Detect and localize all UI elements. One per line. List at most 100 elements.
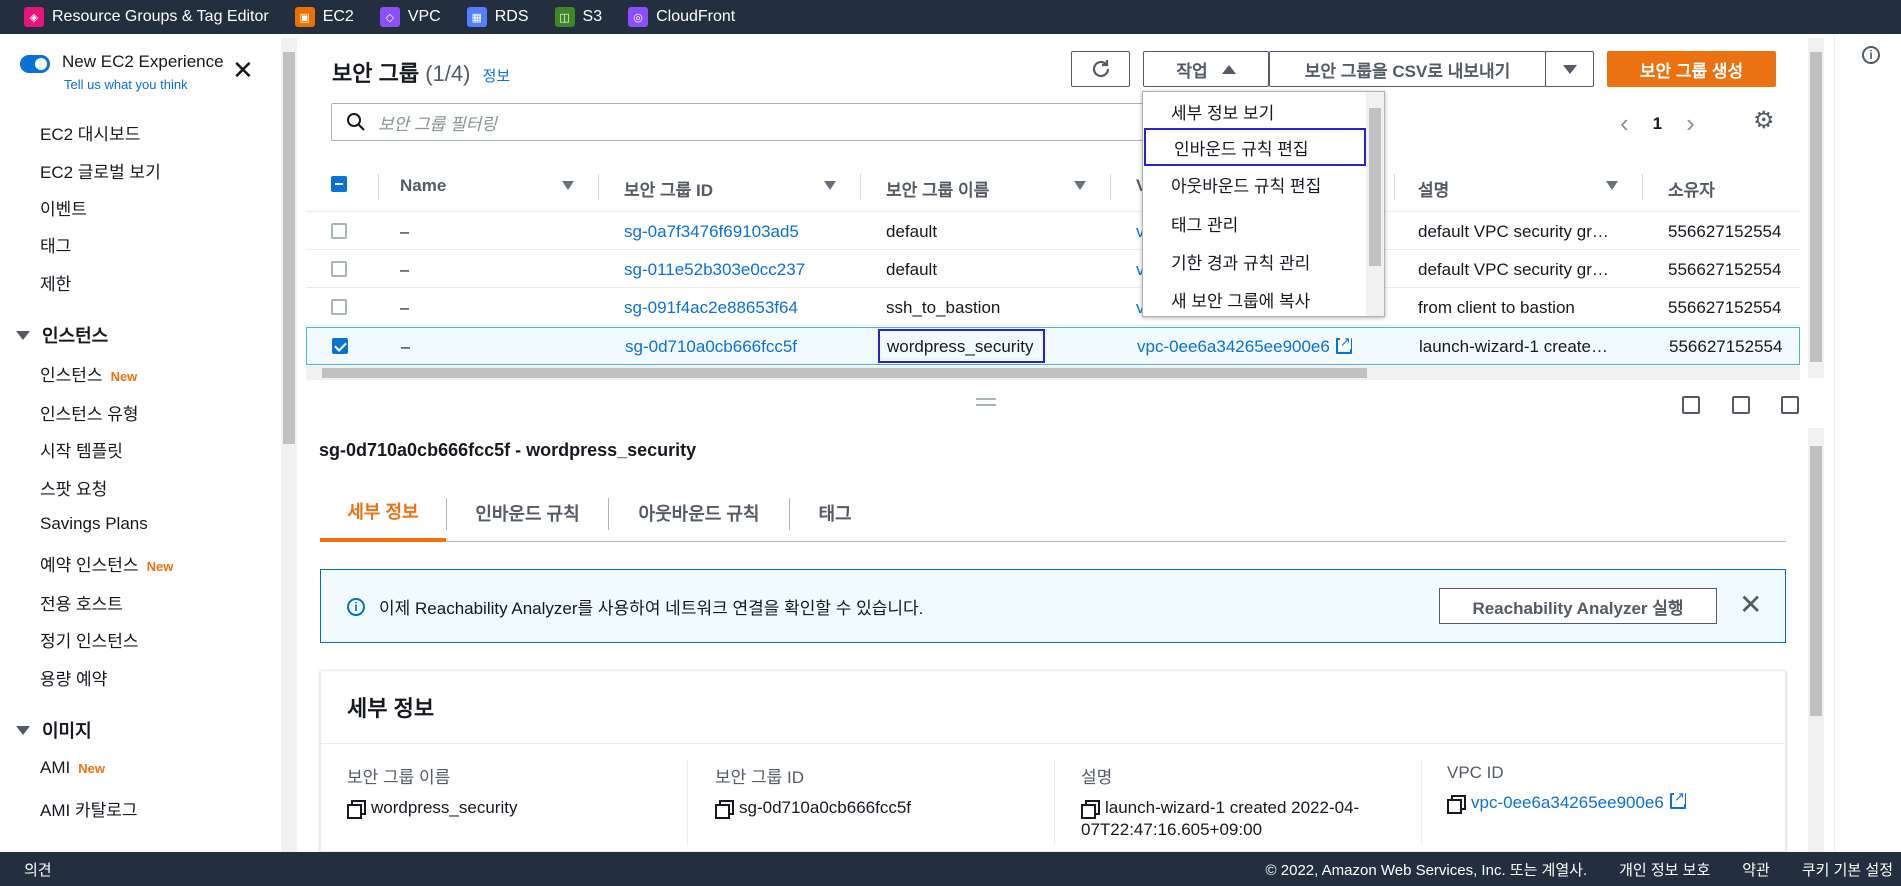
menu-item-edit-outbound-rules[interactable]: 아웃바운드 규칙 편집 — [1143, 165, 1365, 203]
column-security-group-name[interactable]: 보안 그룹 이름 — [886, 176, 989, 201]
new-experience-toggle[interactable]: New EC2 Experience Tell us what you thin… — [20, 52, 224, 92]
tab-inbound-rules[interactable]: 인바운드 규칙 — [447, 484, 608, 542]
security-group-id-link[interactable]: sg-0d710a0cb666fcc5f — [625, 337, 797, 357]
chevron-left-icon[interactable]: ‹ — [1620, 108, 1629, 139]
table-vertical-scrollbar-thumb[interactable] — [1810, 52, 1822, 362]
vpc-id-link[interactable]: vpc-0ee6a34265ee900e6 — [1137, 337, 1352, 357]
reachability-analyzer-button[interactable]: Reachability Analyzer 실행 — [1439, 588, 1717, 624]
security-group-id-link[interactable]: sg-091f4ac2e88653f64 — [624, 298, 798, 318]
column-owner[interactable]: 소유자 — [1668, 176, 1715, 201]
sidebar-section-instances[interactable]: 인스턴스 — [16, 322, 108, 348]
column-security-group-id[interactable]: 보안 그룹 ID — [624, 176, 713, 201]
caret-down-icon — [16, 725, 30, 735]
table-row[interactable]: – sg-0a7f3476f69103ad5 default v default… — [306, 213, 1800, 250]
detail-vertical-scrollbar-thumb[interactable] — [1810, 446, 1822, 716]
feedback-link[interactable]: Tell us what you think — [64, 77, 188, 92]
copy-icon[interactable] — [715, 800, 734, 819]
sort-icon[interactable] — [824, 181, 836, 190]
fav-s3[interactable]: ◫ S3 — [554, 7, 602, 27]
copy-icon[interactable] — [347, 800, 366, 819]
copy-icon[interactable] — [1081, 800, 1100, 819]
privacy-link[interactable]: 개인 정보 보호 — [1619, 859, 1710, 880]
panel-bottom-icon[interactable] — [1682, 396, 1700, 414]
field-description: 설명 launch-wizard-1 created 2022-04- 07T2… — [1081, 768, 1360, 839]
fav-resource-groups[interactable]: ◈ Resource Groups & Tag Editor — [24, 7, 269, 27]
sidebar-item-limits[interactable]: 제한 — [40, 270, 71, 295]
table-row[interactable]: – sg-011e52b303e0cc237 default v default… — [306, 251, 1800, 288]
sort-icon[interactable] — [1074, 181, 1086, 190]
sidebar-item-instances[interactable]: 인스턴스 New — [40, 361, 137, 386]
export-csv-button[interactable]: 보안 그룹을 CSV로 내보내기 — [1269, 51, 1546, 87]
table-row[interactable]: – sg-091f4ac2e88653f64 ssh_to_bastion v … — [306, 289, 1800, 326]
actions-button[interactable]: 작업 — [1143, 51, 1269, 87]
table-row-selected[interactable]: – sg-0d710a0cb666fcc5f wordpress_securit… — [306, 327, 1800, 365]
fav-ec2[interactable]: ▣ EC2 — [294, 7, 354, 27]
sidebar-item-ami-catalog[interactable]: AMI 카탈로그 — [40, 796, 138, 821]
vpc-id-link[interactable]: vpc-0ee6a34265ee900e6 — [1471, 793, 1664, 813]
menu-scrollbar-thumb[interactable] — [1369, 108, 1381, 266]
details-container: 세부 정보 보안 그룹 이름 wordpress_security 보안 그룹 … — [320, 670, 1786, 852]
s3-icon: ◫ — [554, 7, 575, 27]
feedback-link[interactable]: 의견 — [24, 859, 52, 880]
field-group-name: 보안 그룹 이름 wordpress_security — [347, 768, 518, 819]
menu-item-manage-stale-rules[interactable]: 기한 경과 규칙 관리 — [1143, 242, 1365, 280]
panel-full-icon[interactable] — [1781, 396, 1799, 414]
row-checkbox[interactable] — [331, 223, 347, 239]
sidebar-item-tags[interactable]: 태그 — [40, 232, 71, 257]
settings-gear-icon[interactable]: ⚙ — [1753, 109, 1775, 133]
create-security-group-button[interactable]: 보안 그룹 생성 — [1607, 51, 1776, 87]
security-group-id-link[interactable]: sg-0a7f3476f69103ad5 — [624, 222, 799, 242]
fav-rds[interactable]: ▦ RDS — [466, 7, 529, 27]
sidebar-item-savings-plans[interactable]: Savings Plans — [40, 514, 148, 534]
sidebar-item-spot-requests[interactable]: 스팟 요청 — [40, 475, 107, 500]
sidebar-item-dedicated-hosts[interactable]: 전용 호스트 — [40, 590, 123, 615]
menu-item-view-details[interactable]: 세부 정보 보기 — [1143, 92, 1365, 130]
tab-details[interactable]: 세부 정보 — [320, 484, 446, 542]
sidebar-item-scheduled-instances[interactable]: 정기 인스턴스 — [40, 627, 139, 652]
sidebar-section-images[interactable]: 이미지 — [16, 717, 92, 743]
sidebar-item-reserved-instances[interactable]: 예약 인스턴스 New — [40, 551, 173, 576]
tab-tags[interactable]: 태그 — [790, 484, 880, 542]
caret-down-icon — [16, 330, 30, 340]
close-icon[interactable]: ✕ — [232, 57, 254, 83]
menu-item-edit-inbound-rules[interactable]: 인바운드 규칙 편집 — [1144, 128, 1366, 166]
toggle-switch[interactable] — [20, 55, 50, 73]
fav-vpc[interactable]: ◇ VPC — [379, 7, 441, 27]
security-group-id-link[interactable]: sg-011e52b303e0cc237 — [624, 260, 805, 280]
sidebar-item-instance-types[interactable]: 인스턴스 유형 — [40, 400, 139, 425]
info-link[interactable]: 정보 — [483, 68, 511, 85]
tab-outbound-rules[interactable]: 아웃바운드 규칙 — [609, 484, 789, 542]
select-all-checkbox[interactable] — [331, 176, 347, 192]
menu-item-manage-tags[interactable]: 태그 관리 — [1143, 204, 1365, 242]
sidebar-item-ec2-dashboard[interactable]: EC2 대시보드 — [40, 120, 140, 145]
sidebar-item-global-view[interactable]: EC2 글로벌 보기 — [40, 158, 161, 183]
sidebar-item-ami[interactable]: AMI New — [40, 758, 105, 778]
table-horizontal-scrollbar-thumb[interactable] — [322, 368, 1367, 378]
menu-item-copy-to-new-group[interactable]: 새 보안 그룹에 복사 — [1143, 280, 1365, 318]
sidebar-item-launch-templates[interactable]: 시작 템플릿 — [40, 437, 123, 462]
refresh-button[interactable] — [1071, 51, 1130, 87]
terms-link[interactable]: 약관 — [1742, 859, 1770, 880]
right-utility-bar: i — [1834, 34, 1901, 852]
copy-icon[interactable] — [1447, 795, 1466, 814]
panel-side-icon[interactable] — [1732, 396, 1750, 414]
column-description[interactable]: 설명 — [1418, 176, 1449, 201]
sidebar-scrollbar-thumb[interactable] — [283, 52, 295, 444]
info-panel-icon[interactable]: i — [1862, 46, 1880, 64]
sidebar-item-events[interactable]: 이벤트 — [40, 195, 87, 220]
row-checkbox[interactable] — [331, 299, 347, 315]
page-number[interactable]: 1 — [1653, 114, 1662, 134]
sidebar-item-capacity-reservations[interactable]: 용량 예약 — [40, 665, 107, 690]
cookie-preferences-link[interactable]: 쿠키 기본 설정 — [1802, 859, 1893, 880]
export-dropdown-button[interactable] — [1545, 51, 1594, 87]
chevron-right-icon[interactable]: › — [1686, 108, 1695, 139]
row-checkbox[interactable] — [332, 338, 348, 354]
search-input[interactable]: 보안 그룹 필터링 — [331, 103, 1201, 141]
split-panel-handle[interactable] — [976, 398, 996, 406]
dismiss-alert-icon[interactable]: ✕ — [1739, 588, 1762, 621]
sort-icon[interactable] — [562, 181, 574, 190]
fav-cloudfront[interactable]: ◎ CloudFront — [628, 7, 735, 27]
row-checkbox[interactable] — [331, 261, 347, 277]
sort-icon[interactable] — [1606, 181, 1618, 190]
column-name[interactable]: Name — [400, 176, 446, 196]
